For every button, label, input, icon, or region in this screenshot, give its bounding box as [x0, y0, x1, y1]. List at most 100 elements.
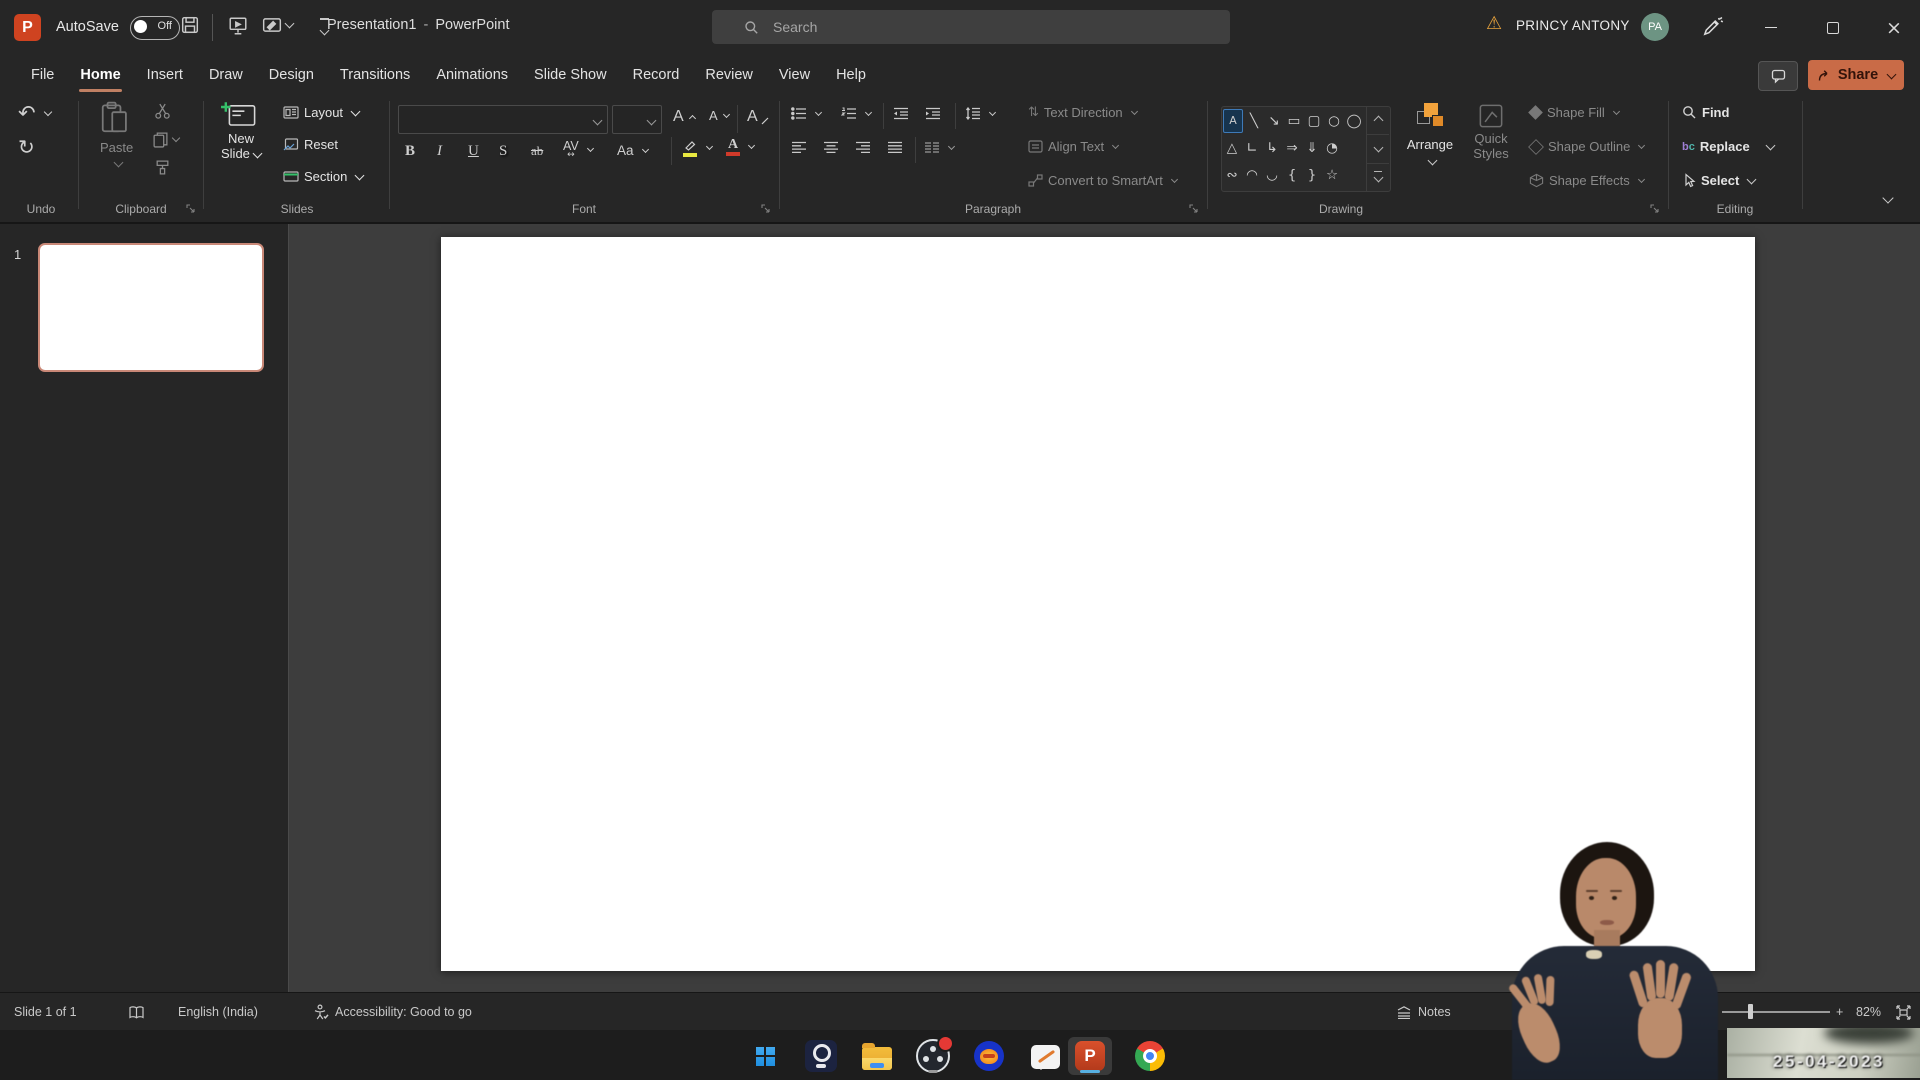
- shape-star[interactable]: ☆: [1322, 162, 1342, 188]
- font-name-combobox[interactable]: [398, 105, 608, 134]
- text-shadow-button[interactable]: S: [499, 143, 507, 160]
- tab-view[interactable]: View: [766, 55, 823, 95]
- increase-indent-button[interactable]: [925, 107, 941, 120]
- start-slideshow-icon[interactable]: [228, 16, 248, 36]
- change-case-button[interactable]: Aa: [617, 143, 648, 158]
- line-spacing-button[interactable]: [965, 107, 995, 120]
- shape-pie[interactable]: ◔: [1322, 135, 1342, 161]
- replace-button[interactable]: bc Replace: [1682, 139, 1774, 154]
- drawing-dialog-launcher[interactable]: [1650, 204, 1660, 214]
- tab-help[interactable]: Help: [823, 55, 879, 95]
- language-indicator[interactable]: English (India): [178, 993, 258, 1031]
- shrink-font-button[interactable]: A: [709, 108, 729, 123]
- pen-tools-icon[interactable]: [1700, 15, 1724, 39]
- warning-icon[interactable]: ⚠: [1486, 13, 1502, 34]
- numbering-button[interactable]: [841, 107, 871, 120]
- taskbar-file-explorer[interactable]: [855, 1037, 899, 1075]
- shape-rounded-rectangle[interactable]: ▢: [1304, 108, 1324, 134]
- fit-slide-to-window-button[interactable]: [1895, 993, 1912, 1031]
- taskbar-audio-app[interactable]: [967, 1037, 1011, 1075]
- save-icon[interactable]: [181, 16, 199, 34]
- font-dialog-launcher[interactable]: [761, 204, 771, 214]
- accessibility-checker[interactable]: Accessibility: Good to go: [312, 993, 472, 1031]
- notes-button[interactable]: Notes: [1396, 993, 1451, 1031]
- spell-check-button[interactable]: [128, 993, 145, 1031]
- tab-record[interactable]: Record: [620, 55, 693, 95]
- slide-thumbnail[interactable]: [38, 243, 264, 372]
- character-spacing-button[interactable]: AV ↔: [563, 141, 593, 159]
- taskbar-start-button[interactable]: [743, 1037, 787, 1075]
- avatar[interactable]: PA: [1641, 13, 1669, 41]
- user-name[interactable]: PRINCY ANTONY: [1516, 18, 1630, 33]
- grow-font-button[interactable]: A: [673, 108, 695, 126]
- shape-triangle[interactable]: △: [1222, 135, 1242, 161]
- clipboard-dialog-launcher[interactable]: [186, 204, 196, 214]
- tab-transitions[interactable]: Transitions: [327, 55, 423, 95]
- shape-scribble[interactable]: ∾: [1222, 162, 1242, 188]
- tab-file[interactable]: File: [18, 55, 67, 95]
- shape-right-brace[interactable]: }: [1302, 162, 1322, 188]
- decrease-indent-button[interactable]: [893, 107, 909, 120]
- customize-slide-icon[interactable]: [262, 16, 293, 34]
- shape-right-arrow[interactable]: ⇒: [1282, 135, 1302, 161]
- close-button[interactable]: ×: [1871, 0, 1917, 55]
- shape-line-arrow[interactable]: ↘: [1264, 108, 1284, 134]
- font-size-combobox[interactable]: [612, 105, 662, 134]
- shape-elbow-connector[interactable]: ∟: [1242, 135, 1262, 161]
- paste-dropdown[interactable]: [100, 155, 133, 170]
- format-painter-button[interactable]: [154, 159, 171, 176]
- powerpoint-logo-icon[interactable]: P: [14, 14, 41, 41]
- align-left-button[interactable]: [791, 141, 807, 154]
- justify-button[interactable]: [887, 141, 903, 154]
- autosave-toggle[interactable]: Off: [130, 16, 180, 40]
- bullets-button[interactable]: [791, 107, 821, 120]
- italic-button[interactable]: I: [437, 143, 442, 160]
- shape-effects-button[interactable]: Shape Effects: [1529, 173, 1644, 188]
- shape-gallery-scroll-up[interactable]: [1367, 107, 1389, 135]
- tab-draw[interactable]: Draw: [196, 55, 256, 95]
- font-color-button[interactable]: A: [726, 139, 754, 156]
- shape-oval[interactable]: ○: [1324, 108, 1344, 134]
- comments-button[interactable]: [1758, 61, 1798, 91]
- bold-button[interactable]: B: [405, 143, 415, 160]
- shape-gallery-more[interactable]: [1367, 164, 1389, 191]
- shape-arc[interactable]: ◡: [1262, 162, 1282, 188]
- search-box[interactable]: [712, 10, 1230, 44]
- align-text-button[interactable]: Align Text: [1028, 139, 1118, 154]
- cut-button[interactable]: [154, 103, 171, 120]
- quick-styles-button[interactable]: Quick Styles: [1463, 103, 1519, 161]
- taskbar-powerpoint[interactable]: P: [1068, 1037, 1112, 1075]
- restore-button[interactable]: [1810, 0, 1856, 55]
- layout-button[interactable]: Layout: [283, 105, 359, 120]
- align-center-button[interactable]: [823, 141, 839, 154]
- collapse-ribbon-button[interactable]: [1880, 191, 1892, 206]
- zoom-level[interactable]: 82%: [1856, 993, 1881, 1031]
- shape-line[interactable]: ╲: [1244, 108, 1264, 134]
- shape-gallery-scroll-down[interactable]: [1367, 135, 1389, 163]
- shape-fill-button[interactable]: Shape Fill: [1529, 105, 1619, 120]
- arrange-button[interactable]: Arrange: [1401, 103, 1459, 167]
- share-button[interactable]: Share: [1808, 60, 1904, 90]
- tab-review[interactable]: Review: [692, 55, 766, 95]
- redo-button[interactable]: ↻: [18, 135, 35, 159]
- new-slide-button[interactable]: New Slide: [221, 101, 261, 161]
- shape-left-brace[interactable]: {: [1282, 162, 1302, 188]
- slide-indicator[interactable]: Slide 1 of 1: [14, 993, 77, 1031]
- tab-design[interactable]: Design: [256, 55, 327, 95]
- taskbar-obs-studio[interactable]: [911, 1037, 955, 1075]
- align-right-button[interactable]: [855, 141, 871, 154]
- taskbar-annotation-app[interactable]: [1023, 1037, 1067, 1075]
- undo-button[interactable]: ↶: [18, 101, 51, 125]
- tab-animations[interactable]: Animations: [423, 55, 521, 95]
- convert-to-smartart-button[interactable]: Convert to SmartArt: [1028, 173, 1177, 188]
- taskbar-chrome[interactable]: [1128, 1037, 1172, 1075]
- shape-text-box[interactable]: A: [1223, 109, 1243, 133]
- highlight-color-button[interactable]: [683, 139, 712, 157]
- underline-button[interactable]: U: [468, 143, 479, 160]
- shape-outline-button[interactable]: Shape Outline: [1529, 139, 1644, 154]
- zoom-slider-thumb[interactable]: [1748, 1004, 1753, 1019]
- shape-circle[interactable]: ◯: [1344, 108, 1364, 134]
- find-button[interactable]: Find: [1682, 105, 1729, 120]
- tab-home[interactable]: Home: [67, 55, 133, 95]
- copy-button[interactable]: [152, 131, 179, 148]
